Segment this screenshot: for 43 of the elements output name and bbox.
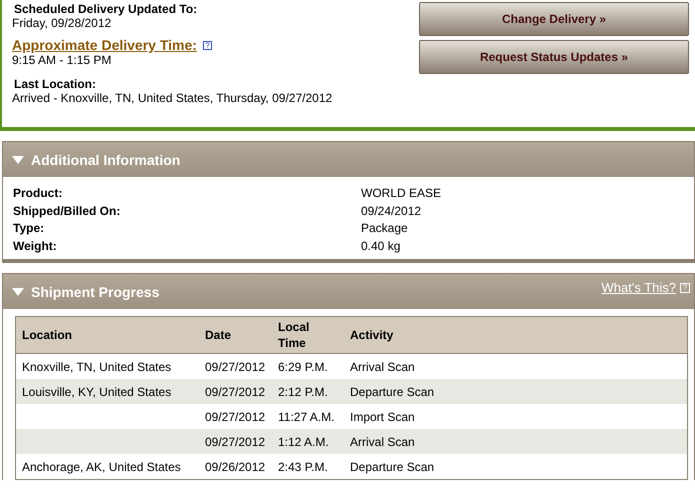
field-value: 0.40 kg	[361, 238, 400, 254]
field-label: Shipped/Billed On:	[13, 202, 122, 220]
table-cell: Knoxville, TN, United States	[16, 354, 199, 379]
table-cell: 6:29 P.M.	[272, 354, 344, 379]
table-cell: 09/27/2012	[199, 379, 272, 404]
last-location-label: Last Location:	[14, 77, 98, 91]
scheduled-label: Scheduled Delivery Updated To:	[14, 2, 198, 16]
field-value: 09/24/2012	[361, 202, 422, 220]
table-cell: 1:12 A.M.	[272, 429, 344, 454]
column-header: Location	[16, 316, 199, 354]
field-label: Weight:	[13, 238, 58, 254]
table-cell: Louisville, KY, United States	[16, 379, 199, 404]
field-label: Type:	[13, 220, 46, 237]
table-cell: Import Scan	[344, 404, 688, 429]
table-cell: 11:27 A.M.	[272, 404, 344, 429]
field-label: Product:	[13, 185, 64, 202]
section-title: Shipment Progress	[31, 284, 160, 300]
column-header: Activity	[344, 316, 688, 354]
collapse-icon[interactable]	[11, 154, 25, 164]
table-cell: 09/27/2012	[199, 429, 272, 454]
column-header: Local Time	[272, 316, 344, 354]
collapse-icon[interactable]	[11, 286, 25, 296]
help-icon[interactable]: ?	[202, 40, 212, 50]
table-cell: Arrival Scan	[344, 429, 688, 454]
last-location: Arrived - Knoxville, TN, United States, Thursday, 09/27/2012	[12, 91, 332, 106]
scheduled-date: Friday, 09/28/2012	[12, 16, 112, 31]
approximate-time: 9:15 AM - 1:15 PM	[12, 53, 112, 68]
column-header: Date	[199, 316, 272, 354]
section-title: Additional Information	[31, 152, 180, 168]
table-cell: 2:43 P.M.	[272, 454, 344, 480]
field-value: WORLD EASE	[361, 185, 442, 202]
table-cell: 2:12 P.M.	[272, 379, 344, 404]
table-cell: 09/26/2012	[199, 454, 272, 480]
table-cell: 09/27/2012	[199, 354, 272, 379]
approximate-time-link[interactable]: Approximate Delivery Time:	[12, 37, 197, 53]
field-value: Package	[361, 220, 408, 237]
status-updates-button[interactable]: Request Status Updates »	[419, 40, 689, 74]
table-cell: Anchorage, AK, United States	[16, 454, 199, 480]
table-cell: Arrival Scan	[344, 354, 688, 379]
change-delivery-button[interactable]: Change Delivery »	[419, 2, 689, 36]
table-cell: 09/27/2012	[199, 404, 272, 429]
table-cell: Departure Scan	[344, 379, 688, 404]
table-cell: Departure Scan	[344, 454, 688, 480]
